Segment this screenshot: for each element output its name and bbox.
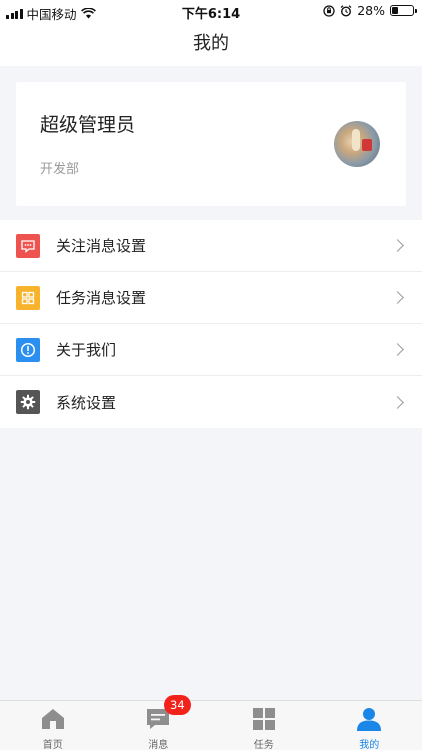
tab-label: 首页 — [42, 740, 63, 750]
gear-icon — [16, 390, 40, 414]
tab-tasks[interactable]: 任务 — [211, 701, 317, 750]
menu-item-label: 关注消息设置 — [56, 237, 147, 255]
tab-messages[interactable]: 消息 — [106, 701, 212, 750]
rotation-lock-icon — [323, 4, 335, 17]
message-icon — [16, 233, 40, 258]
battery-percent: 28% — [357, 3, 385, 18]
profile-name: 超级管理员 — [40, 114, 136, 136]
alarm-icon — [340, 4, 352, 17]
menu-item-label: 关于我们 — [56, 341, 117, 359]
info-icon — [16, 337, 40, 362]
tab-label: 我的 — [359, 740, 380, 750]
person-icon — [357, 708, 382, 731]
grid-icon — [252, 708, 275, 730]
tab-bar: 首页 消息 任务 我的 — [0, 700, 422, 750]
profile-card[interactable]: 超级管理员 开发部 — [16, 82, 406, 206]
battery-icon — [390, 5, 417, 16]
tab-label: 任务 — [253, 740, 274, 750]
status-right: 28% — [323, 3, 417, 18]
tab-label: 消息 — [148, 740, 169, 750]
tab-home[interactable]: 首页 — [0, 701, 106, 750]
profile-department: 开发部 — [40, 162, 80, 177]
settings-menu: 关注消息设置 任务消息设置 关于我们 系统设置 — [0, 220, 422, 428]
chevron-right-icon — [391, 291, 404, 304]
tab-mine[interactable]: 我的 — [317, 701, 422, 750]
chevron-right-icon — [391, 343, 404, 356]
menu-item-task-message-settings[interactable]: 任务消息设置 — [0, 272, 422, 324]
grid-icon — [16, 285, 40, 310]
nav-bar: 我的 — [0, 22, 422, 66]
message-count-badge: 34 — [164, 695, 191, 715]
menu-item-label: 系统设置 — [56, 393, 117, 412]
chevron-right-icon — [391, 395, 404, 409]
menu-item-system-settings[interactable]: 系统设置 — [0, 376, 422, 428]
chevron-right-icon — [391, 239, 404, 252]
home-icon — [41, 709, 64, 729]
menu-item-about-us[interactable]: 关于我们 — [0, 324, 422, 376]
avatar[interactable] — [334, 121, 380, 167]
menu-item-label: 任务消息设置 — [56, 289, 147, 307]
status-bar: 中国移动 下午6:14 28% — [0, 0, 422, 22]
page-title: 我的 — [193, 33, 229, 54]
menu-item-follow-message-settings[interactable]: 关注消息设置 — [0, 220, 422, 272]
